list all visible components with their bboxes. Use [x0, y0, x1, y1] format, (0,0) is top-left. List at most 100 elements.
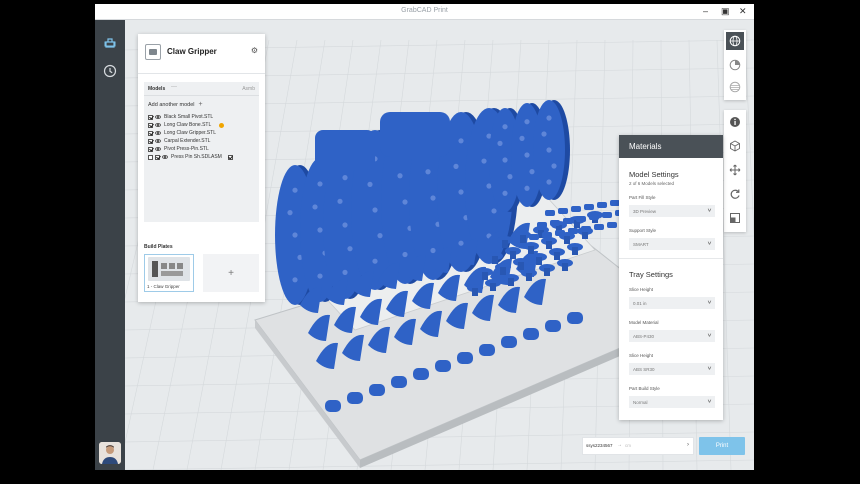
move-icon[interactable]: [726, 161, 744, 179]
model-list-item[interactable]: Black Small Pivot.STL: [148, 113, 258, 121]
extender-part: [602, 212, 612, 218]
ring-hole: [507, 174, 513, 180]
part-fill-select[interactable]: 3D Preview ∨: [629, 205, 715, 217]
project-name[interactable]: Claw Gripper: [167, 47, 217, 56]
model-checkbox[interactable]: [148, 130, 153, 136]
support-style-select[interactable]: SMART ∨: [629, 238, 715, 250]
eye-icon[interactable]: [155, 139, 161, 143]
ring-hole: [529, 169, 535, 175]
part-build-style-select[interactable]: Normal ∨: [629, 396, 715, 408]
model-settings-heading: Model Settings: [629, 170, 679, 179]
pivot-stem: [502, 240, 508, 248]
grid-line: [744, 39, 754, 240]
units-field[interactable]: cm: [625, 443, 631, 448]
model-list-item[interactable]: Long Claw Gripper.STL: [148, 129, 258, 137]
model-name: Long Claw Bone.STL: [164, 122, 212, 128]
eye-icon[interactable]: [155, 147, 161, 151]
ring-hole: [337, 198, 343, 204]
add-model-button[interactable]: Add another model +: [148, 101, 203, 108]
extender-part: [568, 228, 578, 234]
support-material-select[interactable]: ABS SR30 ∨: [629, 363, 715, 375]
model-list-item[interactable]: Pivot Press-Pin.STL: [148, 145, 258, 153]
model-checkbox[interactable]: [148, 138, 153, 144]
pivot-stem: [544, 268, 550, 276]
globe-view-icon[interactable]: [726, 32, 744, 50]
pivot-stem: [490, 283, 496, 291]
slice-height-label: Slice Height: [629, 287, 654, 292]
model-name: Press Pin Sh.SDLASM: [171, 154, 222, 160]
account-id: ssys2234567: [586, 443, 613, 448]
eye-icon[interactable]: [155, 131, 161, 135]
model-list-item[interactable]: Carpal Extender.STL: [148, 137, 258, 145]
project-panel: Claw Gripper ⚙ Models ··· Asmb Add anoth…: [138, 34, 265, 302]
claw-housing-part: [380, 112, 450, 157]
eye-icon[interactable]: [155, 123, 161, 127]
printer-icon[interactable]: [101, 34, 119, 52]
minimize-button[interactable]: –: [703, 6, 708, 16]
pivot-stem: [472, 288, 478, 296]
model-name: Black Small Pivot.STL: [164, 114, 214, 120]
warning-icon[interactable]: [219, 122, 225, 128]
rotate-icon[interactable]: [726, 185, 744, 203]
chevron-down-icon: ∨: [706, 332, 712, 338]
slice-height-2-label: Slice Height: [629, 353, 654, 358]
models-selected-count: 2 of 6 Models selected: [629, 181, 675, 186]
models-menu-button[interactable]: ···: [171, 84, 177, 90]
chevron-down-icon: ∨: [706, 207, 712, 213]
claw-housing-part: [315, 130, 375, 170]
model-list-item[interactable]: Press Pin Sh.SDLASM: [148, 153, 258, 161]
assemblies-tab[interactable]: Asmb: [242, 86, 255, 92]
part-fill-label: Part Fill Style: [629, 195, 656, 200]
model-checkbox[interactable]: [148, 154, 153, 160]
pivot-stem: [554, 252, 560, 260]
ring-hole: [292, 277, 298, 283]
info-icon[interactable]: [726, 113, 744, 131]
ring-hole: [425, 169, 431, 175]
slice-height-value: 0.01 in: [633, 300, 647, 306]
press-pin-part: [501, 336, 517, 348]
eye-icon[interactable]: [162, 155, 168, 159]
model-material-select[interactable]: ABS-P430 ∨: [629, 330, 715, 342]
print-button[interactable]: Print: [699, 437, 745, 455]
model-name: Long Claw Gripper.STL: [164, 130, 216, 136]
project-header: Claw Gripper ⚙: [138, 34, 265, 74]
ring-hole: [342, 222, 348, 228]
pivot-stem: [526, 273, 532, 281]
press-pin-part: [391, 376, 407, 388]
add-plate-button[interactable]: +: [203, 254, 259, 292]
ring-hole: [287, 210, 293, 216]
ring-hole: [481, 158, 487, 164]
printer-settings-icon[interactable]: [726, 56, 744, 74]
ring-hole: [546, 115, 552, 121]
ring-hole: [497, 140, 503, 146]
model-checkbox[interactable]: [148, 146, 153, 152]
clock-icon[interactable]: [101, 62, 119, 80]
title-bar: GrabCAD Print – ▣ ✕: [95, 4, 754, 20]
model-checkbox[interactable]: [148, 114, 153, 120]
model-checkbox[interactable]: [148, 122, 153, 128]
extender-part: [537, 222, 547, 228]
view-tool-group: [724, 30, 746, 100]
layers-icon[interactable]: [726, 78, 744, 96]
extender-part: [607, 222, 617, 228]
maximize-button[interactable]: ▣: [721, 6, 730, 16]
ring-hole: [372, 207, 378, 213]
visibility-checkbox[interactable]: [155, 154, 160, 160]
extender-part: [545, 210, 555, 216]
model-list-item[interactable]: Long Claw Bone.STL: [148, 121, 258, 129]
slice-height-select[interactable]: 0.01 in ∨: [629, 297, 715, 309]
gear-icon[interactable]: ⚙: [251, 46, 258, 55]
chevron-right-icon[interactable]: ›: [687, 442, 689, 448]
pivot-stem: [518, 262, 524, 270]
printer-selector[interactable]: ssys2234567 → cm ›: [582, 437, 694, 455]
model-name: Pivot Press-Pin.STL: [164, 146, 209, 152]
eye-icon[interactable]: [155, 115, 161, 119]
user-avatar[interactable]: [99, 442, 121, 464]
cube-icon[interactable]: [726, 137, 744, 155]
extender-part: [563, 218, 573, 224]
build-plate-thumbnail[interactable]: 1 - Claw Gripper: [144, 254, 194, 292]
assembly-checkbox[interactable]: [227, 154, 233, 160]
part-fill-value: 3D Preview: [633, 208, 657, 214]
scale-icon[interactable]: [726, 209, 744, 227]
close-button[interactable]: ✕: [739, 6, 747, 16]
